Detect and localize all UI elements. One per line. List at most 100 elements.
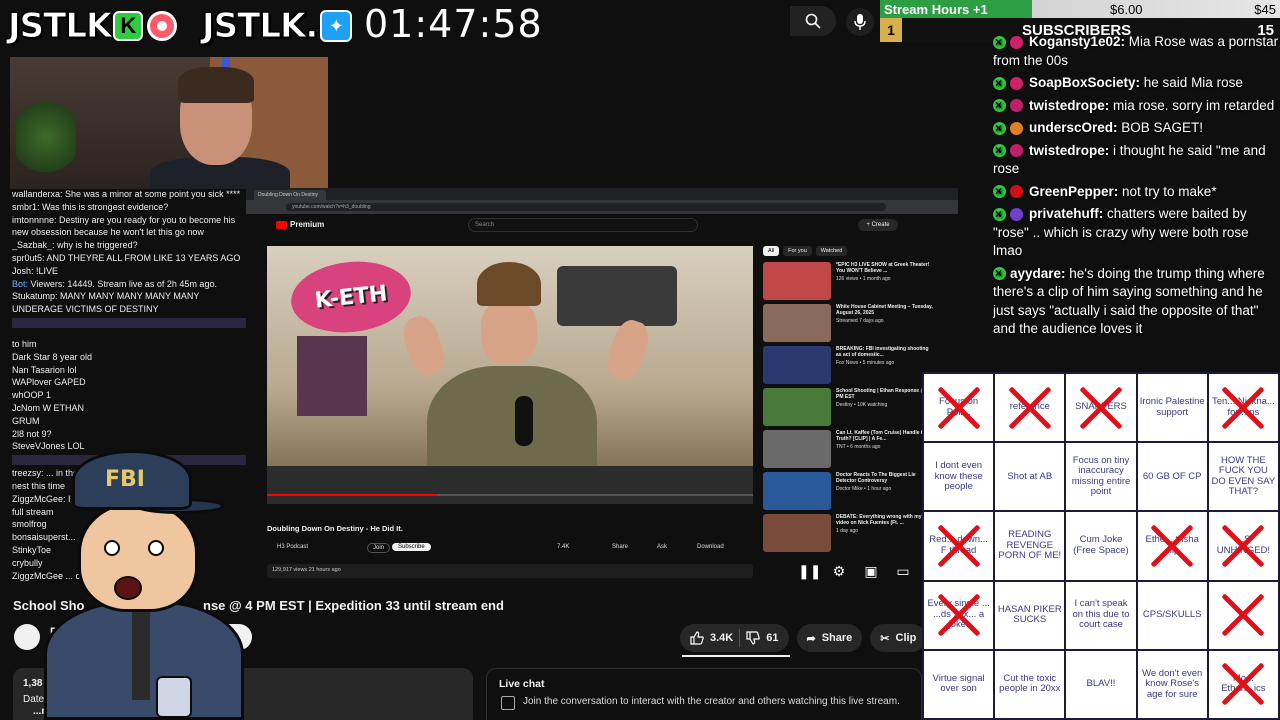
embedded-download-button[interactable]: Download <box>697 544 724 550</box>
embedded-ask-button[interactable]: Ask <box>657 544 667 550</box>
live-chat-panel: Live chat Join the conversation to inter… <box>486 668 922 720</box>
embedded-create-button[interactable]: + Create <box>858 219 898 231</box>
sidebar-video-item[interactable]: White House Cabinet Meeting – Tuesday, A… <box>763 304 933 342</box>
search-button[interactable] <box>790 6 836 36</box>
kick-badge-icon <box>993 182 1006 201</box>
bingo-cell: ... <box>1208 581 1278 649</box>
chat-line: nest this time <box>12 480 66 491</box>
divider <box>739 629 741 647</box>
youtube-logo-icon <box>276 220 287 229</box>
chat-username[interactable]: twistedrope: <box>1029 143 1113 158</box>
video-title[interactable]: Can Lt. Kaffee (Tom Cruise) Handle the T… <box>836 430 933 442</box>
embedded-progress-track[interactable] <box>267 494 753 496</box>
stream-hours-bar: Stream Hours +1 $6.00 $45 <box>880 0 1280 18</box>
clip-button[interactable]: ✂ Clip <box>870 624 927 652</box>
user-avatar-icon <box>1010 121 1023 135</box>
bingo-cell-text: ...S UNHINGED! <box>1216 534 1271 556</box>
chat-username[interactable]: underscOred: <box>1029 120 1121 135</box>
stream-hours-label: Stream Hours +1 <box>884 1 988 17</box>
channel-avatar[interactable] <box>14 624 40 650</box>
embedded-video-player[interactable]: K-ETH <box>267 246 753 504</box>
video-thumbnail[interactable] <box>763 346 831 384</box>
video-person-hand-left <box>398 312 450 380</box>
right-chat-overlay: Kogansty1e02: Mia Rose was a pornstar fr… <box>993 33 1280 378</box>
video-text: BREAKING: FBI investigating shooting as … <box>836 346 933 384</box>
thumbs-up-icon[interactable] <box>690 631 704 645</box>
embedded-subscribe-button[interactable]: Subscribe <box>392 543 431 551</box>
video-title[interactable]: Doctor Reacts To The Biggest Lie Detecto… <box>836 472 933 484</box>
chat-line: smolfrog <box>12 519 47 530</box>
theater-mode-icon[interactable]: ▭ <box>894 564 912 578</box>
miniplayer-icon[interactable]: ▣ <box>862 564 880 578</box>
sidebar-chip[interactable]: Watched <box>815 246 848 256</box>
chat-username[interactable]: GreenPepper: <box>1029 184 1122 199</box>
live-chat-body: Join the conversation to interact with t… <box>499 696 909 710</box>
chat-text: Viewers: 14449. Stream live as of 2h 45m… <box>30 278 217 289</box>
bingo-board: Focus on Poli... reference SNAPPERS Ironic … <box>922 372 1280 720</box>
chat-username[interactable]: Kogansty1e02: <box>1029 34 1129 49</box>
chat-line: 2l8 not 9? <box>12 428 52 439</box>
embedded-sidebar: All For you Watched *EPIC H3 LIVE SHOW at … <box>763 246 933 566</box>
video-thumbnail[interactable] <box>763 388 831 426</box>
chat-username[interactable]: twistedrope: <box>1029 98 1113 113</box>
dislike-count[interactable]: 61 <box>766 632 778 644</box>
settings-icon[interactable]: ⚙ <box>830 564 848 578</box>
video-thumbnail[interactable] <box>763 514 831 552</box>
like-count[interactable]: 3.4K <box>710 632 733 644</box>
chat-text: _Sazbak_: why is he triggered? <box>12 240 138 251</box>
embedded-like-button[interactable]: 7.4K <box>557 544 569 550</box>
logo-text: Premium <box>290 220 325 229</box>
video-thumbnail[interactable] <box>763 262 831 300</box>
browser-tab[interactable]: Doubling Down On Destiny <box>254 190 326 200</box>
brand-jstlk-twitter: JSTLK. ✦ <box>201 6 353 47</box>
bingo-cell: HASAN PIKER SUCKS <box>995 581 1065 649</box>
youtube-premium-logo[interactable]: Premium <box>276 220 324 229</box>
show-more-link[interactable]: ...more <box>33 706 66 717</box>
video-thumbnail[interactable] <box>763 472 831 510</box>
chat-text: imtonnnne: Destiny are you ready for you… <box>12 214 236 225</box>
chat-line: bonsaisuperst... <box>12 532 76 543</box>
bingo-cell-text: Focus on tiny inaccuracy missing entire … <box>1071 454 1131 498</box>
sidebar-video-item[interactable]: School Shooting | Ethan Response @ 4 PM … <box>763 388 933 426</box>
voice-search-button[interactable] <box>846 8 874 36</box>
channel-name[interactable]: D <box>50 626 58 638</box>
share-button[interactable]: ➦ Share <box>796 624 863 652</box>
sidebar-chip[interactable]: For you <box>783 246 812 256</box>
embedded-search-input[interactable]: Search <box>468 218 698 232</box>
video-title[interactable]: BREAKING: FBI investigating shooting as … <box>836 346 933 358</box>
bingo-cell-text: I can't speak on this due to court case <box>1072 598 1130 631</box>
video-thumbnail[interactable] <box>763 304 831 342</box>
sidebar-video-item[interactable]: DEBATE: Everything wrong with my video o… <box>763 514 933 552</box>
chat-message: twistedrope: mia rose. sorry im retarded <box>993 96 1280 116</box>
sidebar-video-item[interactable]: BREAKING: FBI investigating shooting as … <box>763 346 933 384</box>
embedded-join-button[interactable]: Join <box>367 543 391 553</box>
description-box[interactable]: 1,38 o Date stre ...more <box>13 668 473 720</box>
embedded-description[interactable]: 129,917 views 21 hours ago <box>267 564 753 578</box>
chat-username[interactable]: ayydare: <box>1010 266 1069 281</box>
chat-username[interactable]: SoapBoxSociety: <box>1029 75 1144 90</box>
chat-username[interactable]: privatehuff: <box>1029 206 1107 221</box>
subscribe-button[interactable]: e <box>225 624 252 650</box>
chat-line: WAPlover GAPED <box>12 377 86 388</box>
sidebar-video-item[interactable]: *EPIC H3 LIVE SHOW at Greek Theater! You… <box>763 262 933 300</box>
embedded-channel-name[interactable]: H3 Podcast <box>277 544 308 550</box>
video-title[interactable]: School Shooting | Ethan Response @ 4 PM … <box>836 388 933 400</box>
sidebar-video-item[interactable]: Can Lt. Kaffee (Tom Cruise) Handle the T… <box>763 430 933 468</box>
pause-icon[interactable]: ❚❚ <box>798 564 821 578</box>
bingo-cell-text: 60 GB OF CP <box>1142 470 1202 482</box>
kick-badge-icon <box>993 141 1006 160</box>
chat-text: Josh: !LIVE <box>12 265 59 276</box>
embedded-share-button[interactable]: Share <box>612 544 628 550</box>
chat-line: wallanderxa: She was a minor at some poi… <box>12 188 248 201</box>
video-thumbnail[interactable] <box>763 430 831 468</box>
bingo-cell-text: HASAN PIKER SUCKS <box>997 603 1062 626</box>
video-title[interactable]: *EPIC H3 LIVE SHOW at Greek Theater! You… <box>836 262 933 274</box>
sidebar-video-item[interactable]: Doctor Reacts To The Biggest Lie Detecto… <box>763 472 933 510</box>
bingo-cell-text: reference <box>1009 401 1050 413</box>
video-title[interactable]: DEBATE: Everything wrong with my video o… <box>836 514 933 526</box>
browser-url[interactable]: youtube.com/watch?v=h3_doubling <box>286 203 886 211</box>
video-title[interactable]: White House Cabinet Meeting – Tuesday, A… <box>836 304 933 316</box>
thumbs-down-icon[interactable] <box>746 631 761 645</box>
webcam-person-hair <box>178 67 254 103</box>
sidebar-chip[interactable]: All <box>763 246 780 256</box>
